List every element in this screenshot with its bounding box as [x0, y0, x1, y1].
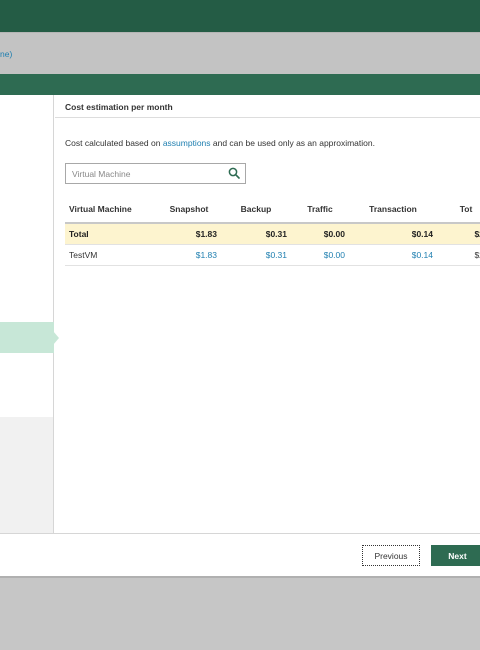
vm-name: TestVM: [65, 244, 157, 266]
total-transaction: $0.14: [349, 223, 437, 245]
cost-description: Cost calculated based on assumptions and…: [65, 138, 375, 148]
sidebar-step-active[interactable]: [0, 322, 54, 353]
previous-button[interactable]: Previous: [362, 545, 420, 566]
total-label: Total: [65, 223, 157, 245]
cost-estimation-panel: Cost estimation per month Cost calculate…: [55, 95, 480, 533]
table-row: TestVM $1.83 $0.31 $0.00 $0.14 $2.2: [65, 244, 480, 266]
next-button[interactable]: Next: [431, 545, 480, 566]
vm-search-input[interactable]: [66, 164, 226, 183]
description-text-after: and can be used only as an approximation…: [210, 138, 375, 148]
cost-table: Virtual Machine Snapshot Backup Traffic …: [65, 195, 480, 266]
sidebar-lower-panel: [0, 417, 53, 533]
total-traffic: $0.00: [291, 223, 349, 245]
column-header-snapshot[interactable]: Snapshot: [157, 195, 221, 224]
column-header-backup[interactable]: Backup: [221, 195, 291, 224]
dialog-footer: Previous Next: [0, 533, 480, 576]
total-row: Total $1.83 $0.31 $0.00 $0.14 $2.2: [65, 223, 480, 245]
column-header-transaction[interactable]: Transaction: [349, 195, 437, 224]
assumptions-link[interactable]: assumptions: [163, 138, 211, 148]
column-header-virtual-machine[interactable]: Virtual Machine: [65, 195, 157, 224]
description-text-before: Cost calculated based on: [65, 138, 163, 148]
background-link-text[interactable]: ne): [0, 49, 12, 59]
top-app-bar: [0, 0, 480, 32]
wizard-steps-sidebar: es es s: [0, 95, 54, 533]
total-backup: $0.31: [221, 223, 291, 245]
table-header-row: Virtual Machine Snapshot Backup Traffic …: [65, 195, 480, 224]
vm-transaction-cost-link[interactable]: $0.14: [349, 244, 437, 266]
background-toolbar: ne): [0, 32, 480, 74]
section-title: Cost estimation per month: [65, 102, 173, 112]
search-icon[interactable]: [228, 167, 240, 179]
vm-traffic-cost-link[interactable]: $0.00: [291, 244, 349, 266]
title-divider: [55, 117, 480, 118]
vm-total-cost: $2.2: [437, 244, 480, 266]
total-snapshot: $1.83: [157, 223, 221, 245]
background-area: [0, 576, 480, 650]
column-header-total[interactable]: Tot: [437, 195, 480, 224]
vm-search-box: [65, 163, 246, 184]
wizard-dialog: es es s Cost estimation per month Cost c…: [0, 74, 480, 576]
vm-snapshot-cost-link[interactable]: $1.83: [157, 244, 221, 266]
column-header-traffic[interactable]: Traffic: [291, 195, 349, 224]
total-total: $2.2: [437, 223, 480, 245]
vm-backup-cost-link[interactable]: $0.31: [221, 244, 291, 266]
dialog-header-bar: [0, 74, 480, 95]
